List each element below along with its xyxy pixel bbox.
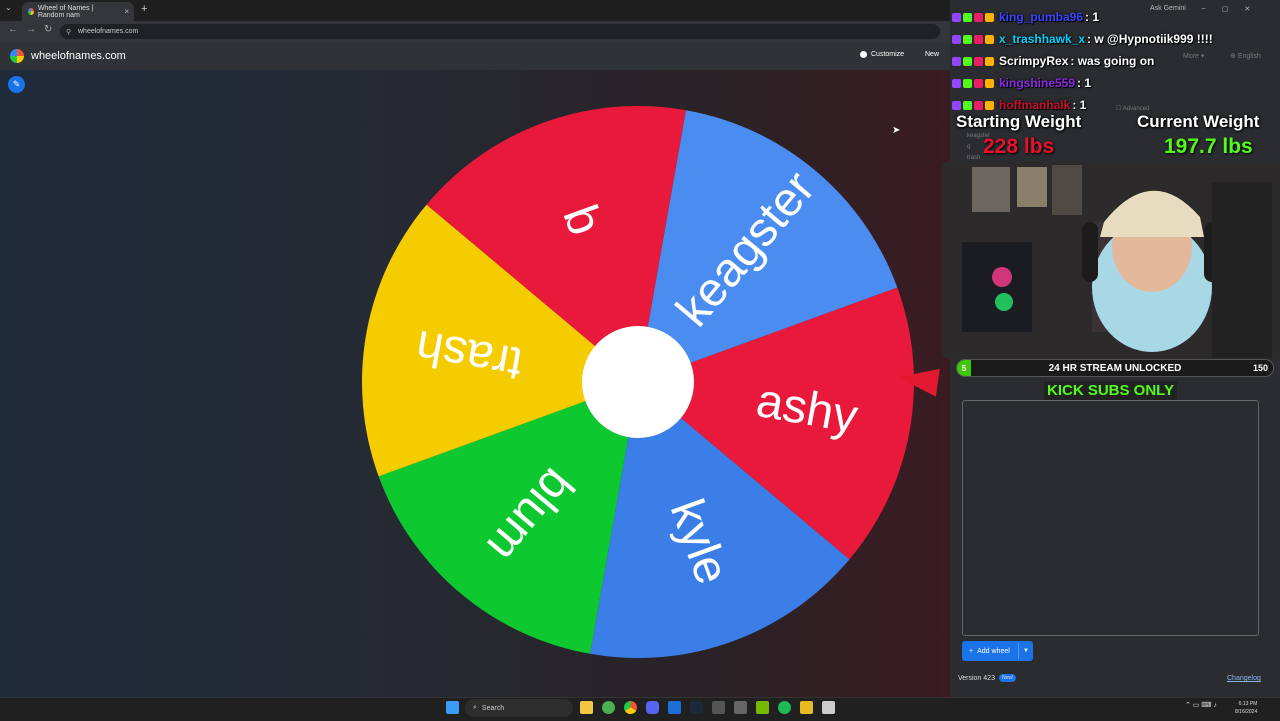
chat-username: kingshine559 bbox=[999, 76, 1076, 90]
chat-badge-icon bbox=[985, 100, 994, 110]
chat-badge-icon bbox=[985, 34, 994, 44]
goal-current: 5 bbox=[957, 360, 971, 376]
chat-badge-icon bbox=[952, 12, 961, 22]
wheel-center[interactable] bbox=[582, 326, 694, 438]
wheel-pointer bbox=[896, 363, 940, 397]
chat-badge-icon bbox=[974, 56, 983, 66]
goal-text: 24 HR STREAM UNLOCKED bbox=[1048, 362, 1182, 374]
wheel[interactable]: keagsterashykyleblumtrashq bbox=[0, 0, 950, 697]
goal-target: 150 bbox=[1252, 363, 1268, 373]
chat-overlay: king_pumba96: 1 x_trashhawk_x: w @Hypnoti… bbox=[952, 6, 1278, 116]
add-wheel-label: Add wheel bbox=[977, 647, 1010, 655]
chevron-down-icon[interactable]: ▼ bbox=[1023, 648, 1029, 654]
current-weight-label: Current Weight bbox=[1137, 112, 1260, 131]
chat-badge-icon bbox=[963, 100, 972, 110]
divider bbox=[1018, 643, 1019, 659]
spotify-icon[interactable] bbox=[778, 701, 791, 714]
chat-badge-icon bbox=[952, 34, 961, 44]
chat-username: king_pumba96 bbox=[999, 10, 1084, 24]
current-weight-value: 197.7 lbs bbox=[1164, 135, 1253, 158]
chat-badge-icon bbox=[974, 12, 983, 22]
chat-badge-icon bbox=[963, 56, 972, 66]
chat-username: hoffmanhalk bbox=[999, 98, 1071, 112]
chat-badge-icon bbox=[985, 56, 994, 66]
chat-username: ScrimpyRex bbox=[999, 54, 1069, 68]
chat-badge-icon bbox=[952, 100, 961, 110]
app-icon[interactable] bbox=[712, 701, 725, 714]
starting-weight-label: Starting Weight bbox=[956, 112, 1082, 131]
chat-text: : 1 bbox=[1072, 98, 1087, 112]
app-icon[interactable] bbox=[734, 701, 747, 714]
chat-badge-icon bbox=[974, 100, 983, 110]
chat-message: ScrimpyRex: was going on bbox=[952, 50, 1278, 72]
search-icon: ⌕ bbox=[473, 704, 477, 711]
nvidia-icon[interactable] bbox=[756, 701, 769, 714]
date: 8/16/2024 bbox=[1235, 709, 1258, 715]
mouse-cursor-icon: ➤ bbox=[892, 125, 901, 136]
chat-badge-icon bbox=[963, 34, 972, 44]
taskbar bbox=[0, 697, 1280, 721]
search-label: Search bbox=[481, 704, 505, 712]
taskbar-search[interactable]: ⌕ Search bbox=[465, 699, 573, 717]
plus-icon: + bbox=[969, 647, 974, 655]
chat-badge-icon bbox=[952, 78, 961, 88]
chat-badge-icon bbox=[963, 78, 972, 88]
chat-badge-icon bbox=[985, 12, 994, 22]
version-info: Version 423 New! bbox=[958, 674, 1017, 682]
chat-badge-icon bbox=[952, 56, 961, 66]
chat-message: king_pumba96: 1 bbox=[952, 6, 1278, 28]
chat-badge-icon bbox=[963, 12, 972, 22]
chat-message: kingshine559: 1 bbox=[952, 72, 1278, 94]
start-icon[interactable] bbox=[446, 701, 459, 714]
entries-textarea[interactable] bbox=[962, 400, 1259, 636]
file-explorer-icon[interactable] bbox=[580, 701, 593, 714]
webcam-image bbox=[942, 162, 1280, 358]
new-badge: New! bbox=[998, 674, 1017, 682]
chat-text: : was going on bbox=[1070, 54, 1155, 68]
chat-badge-icon bbox=[974, 78, 983, 88]
chat-text: : 1 bbox=[1077, 76, 1092, 90]
xbox-icon[interactable] bbox=[602, 701, 615, 714]
system-tray[interactable]: ⌃ ▭ ⌨ ♪ bbox=[1185, 701, 1217, 709]
steam-icon[interactable] bbox=[690, 701, 703, 714]
time: 6:13 PM bbox=[1238, 701, 1258, 707]
discord-icon[interactable] bbox=[646, 701, 659, 714]
chrome-icon[interactable] bbox=[624, 701, 637, 714]
add-wheel-button[interactable]: + Add wheel ▼ bbox=[962, 641, 1033, 661]
changelog-link[interactable]: Changelog bbox=[1227, 675, 1261, 682]
clock[interactable]: 6:13 PM 8/16/2024 bbox=[1235, 700, 1257, 716]
app-icon[interactable] bbox=[668, 701, 681, 714]
kick-subs-banner: KICK SUBS ONLY bbox=[1044, 381, 1177, 400]
app-icon[interactable] bbox=[800, 701, 813, 714]
chat-message: x_trashhawk_x: w @Hypnotiik999 !!!! bbox=[952, 28, 1278, 50]
sub-goal-bar: 5 24 HR STREAM UNLOCKED 150 bbox=[956, 359, 1274, 377]
webcam-feed bbox=[942, 162, 1280, 358]
chat-text: : w @Hypnotiik999 !!!! bbox=[1087, 32, 1213, 46]
app-icon[interactable] bbox=[822, 701, 835, 714]
version-label: Version 423 bbox=[958, 674, 995, 682]
chat-badge-icon bbox=[985, 78, 994, 88]
chat-badge-icon bbox=[974, 34, 983, 44]
chat-username: x_trashhawk_x bbox=[999, 32, 1086, 46]
chat-text: : 1 bbox=[1085, 10, 1100, 24]
starting-weight-value: 228 lbs bbox=[983, 135, 1055, 158]
